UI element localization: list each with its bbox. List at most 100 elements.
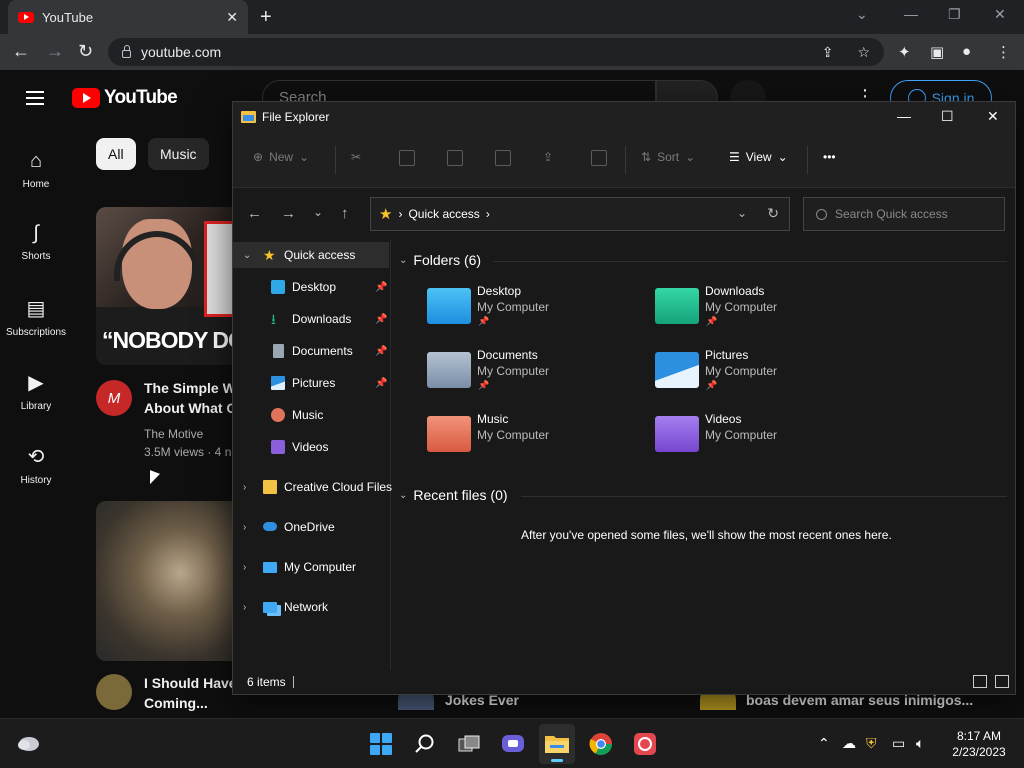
share-icon[interactable]: ⇪	[822, 44, 834, 61]
channel-avatar-2[interactable]	[96, 674, 132, 710]
chip-music[interactable]: Music	[148, 138, 209, 170]
yt-sidebar-home[interactable]: ⌂ Home	[0, 150, 72, 190]
video-thumbnail-2[interactable]	[96, 501, 236, 661]
bookmark-star-icon[interactable]: ☆	[857, 44, 870, 61]
start-button[interactable]	[368, 731, 394, 757]
side-panel-icon[interactable]: ▣	[930, 43, 944, 61]
sidebar-item-pictures[interactable]: Pictures 📌	[233, 370, 389, 396]
sidebar-item-quick-access[interactable]: ⌄ ★ Quick access	[233, 242, 389, 268]
folders-group-header[interactable]: ⌄ Folders (6)	[399, 252, 481, 268]
cloud-offline-icon[interactable]: ☁	[842, 735, 856, 752]
teams-chat-icon[interactable]	[500, 731, 526, 757]
search-icon[interactable]	[412, 731, 438, 757]
channel-name[interactable]: The Motive	[144, 427, 203, 441]
folder-tile-videos[interactable]: Videos My Computer	[655, 412, 875, 466]
yt-sidebar-shorts[interactable]: ∫ Shorts	[0, 222, 72, 262]
new-tab-button[interactable]: +	[260, 6, 272, 29]
sidebar-item-creative-cloud[interactable]: › Creative Cloud Files	[233, 474, 392, 500]
youtube-logo[interactable]: YouTube	[72, 87, 178, 109]
network-icon[interactable]: ▭	[892, 735, 905, 752]
sort-button[interactable]: ⇅ Sort ⌄	[641, 150, 695, 164]
share-icon[interactable]: ⇪	[543, 150, 553, 164]
yt-sidebar-library[interactable]: ▶ Library	[0, 370, 72, 412]
sidebar-item-downloads[interactable]: ⭳ Downloads 📌	[233, 306, 389, 332]
back-arrow-icon[interactable]: ←	[12, 41, 30, 62]
sidebar-item-onedrive[interactable]: › OneDrive	[233, 514, 389, 540]
up-arrow-icon[interactable]: ↑	[341, 205, 349, 222]
new-button[interactable]: ⊕ New ⌄	[253, 150, 309, 164]
recent-files-group-header[interactable]: ⌄ Recent files (0)	[399, 487, 508, 503]
search-input[interactable]: Search Quick access	[803, 197, 1005, 231]
chevron-down-icon[interactable]: ⌄	[243, 250, 251, 261]
chrome-menu-icon[interactable]: ⋮	[996, 43, 1011, 61]
video-title-2-line2[interactable]: Coming...	[144, 695, 208, 711]
folder-tile-downloads[interactable]: Downloads My Computer 📌	[655, 284, 875, 338]
close-window-icon[interactable]: ✕	[994, 6, 1006, 23]
close-icon[interactable]: ✕	[987, 108, 999, 125]
copy-icon[interactable]	[399, 150, 415, 166]
reload-icon[interactable]: ↻	[78, 41, 93, 62]
folder-tile-pictures[interactable]: Pictures My Computer 📌	[655, 348, 875, 402]
folder-tile-music[interactable]: Music My Computer	[427, 412, 647, 466]
extensions-puzzle-icon[interactable]: ✦	[898, 43, 911, 61]
folder-tile-documents[interactable]: Documents My Computer 📌	[427, 348, 647, 402]
address-dropdown-icon[interactable]: ⌄	[737, 206, 747, 220]
yt-sidebar-subscriptions[interactable]: ▤ Subscriptions	[0, 296, 72, 338]
folder-tile-desktop[interactable]: Desktop My Computer 📌	[427, 284, 647, 338]
tab-search-icon[interactable]: ⌄	[856, 6, 868, 23]
view-button[interactable]: ☰ View ⌄	[729, 150, 788, 164]
tab-close-icon[interactable]: ✕	[226, 9, 238, 26]
chrome-taskbar-icon[interactable]	[588, 731, 614, 757]
url-text[interactable]: youtube.com	[141, 44, 812, 60]
delete-icon[interactable]	[591, 150, 607, 166]
restore-icon[interactable]: ❐	[948, 6, 961, 23]
back-arrow-icon[interactable]: ←	[247, 205, 262, 222]
large-icons-view-icon[interactable]	[995, 675, 1009, 688]
details-view-icon[interactable]	[973, 675, 987, 688]
channel-avatar[interactable]: M	[96, 380, 132, 416]
chevron-right-icon[interactable]: ›	[243, 482, 246, 493]
explorer-title-bar[interactable]: File Explorer — ☐ ✕	[233, 102, 1015, 132]
task-view-icon[interactable]	[456, 731, 482, 757]
forward-arrow-icon[interactable]: →	[46, 41, 64, 62]
chip-all[interactable]: All	[96, 138, 136, 170]
hamburger-menu-icon[interactable]	[26, 91, 44, 105]
video-title-line2[interactable]: About What O	[144, 400, 237, 416]
chevron-right-icon[interactable]: ›	[243, 562, 246, 573]
sidebar-item-network[interactable]: › Network	[233, 594, 389, 620]
address-bar[interactable]: ★ › Quick access › ⌄ ↻	[370, 197, 790, 231]
profile-icon[interactable]: ●	[962, 43, 971, 60]
more-options-icon[interactable]: •••	[823, 150, 836, 164]
chevron-right-icon[interactable]: ›	[243, 602, 246, 613]
system-clock[interactable]: 8:17 AM 2/23/2023	[948, 728, 1010, 760]
chevron-up-icon[interactable]: ⌃	[818, 735, 830, 752]
creative-cloud-taskbar-icon[interactable]	[632, 731, 658, 757]
recent-locations-icon[interactable]: ⌄	[313, 205, 323, 219]
breadcrumb-chevron-icon[interactable]: ›	[486, 207, 490, 221]
volume-icon[interactable]: 🔈︎	[916, 735, 924, 752]
security-shield-icon[interactable]: ⛨	[866, 735, 877, 752]
sidebar-item-music[interactable]: Music	[233, 402, 389, 428]
video-title-2[interactable]: I Should Have	[144, 675, 237, 691]
sidebar-item-videos[interactable]: Videos	[233, 434, 389, 460]
rename-icon[interactable]	[495, 150, 511, 166]
sidebar-item-my-computer[interactable]: › My Computer	[233, 554, 389, 580]
paste-icon[interactable]	[447, 150, 463, 166]
chevron-right-icon[interactable]: ›	[243, 522, 246, 533]
breadcrumb-quick-access[interactable]: Quick access	[408, 207, 479, 221]
sidebar-item-desktop[interactable]: Desktop 📌	[233, 274, 389, 300]
weather-cloud-icon[interactable]	[16, 733, 40, 753]
video-title[interactable]: The Simple Wa	[144, 380, 243, 396]
cut-icon[interactable]: ✂	[351, 150, 361, 164]
tab-youtube[interactable]: YouTube ✕	[8, 0, 248, 34]
refresh-icon[interactable]: ↻	[767, 205, 779, 222]
sidebar-item-documents[interactable]: Documents 📌	[233, 338, 389, 364]
address-bar[interactable]: youtube.com ⇪ ☆	[108, 38, 884, 66]
lock-icon[interactable]	[122, 45, 131, 58]
maximize-icon[interactable]: ☐	[941, 108, 954, 125]
file-explorer-taskbar-icon[interactable]	[539, 724, 575, 764]
forward-arrow-icon[interactable]: →	[281, 205, 296, 222]
minimize-icon[interactable]: —	[897, 108, 911, 124]
video-thumbnail[interactable]: “NOBODY DOES	[96, 207, 236, 365]
yt-sidebar-history[interactable]: ⟲ History	[0, 444, 72, 486]
